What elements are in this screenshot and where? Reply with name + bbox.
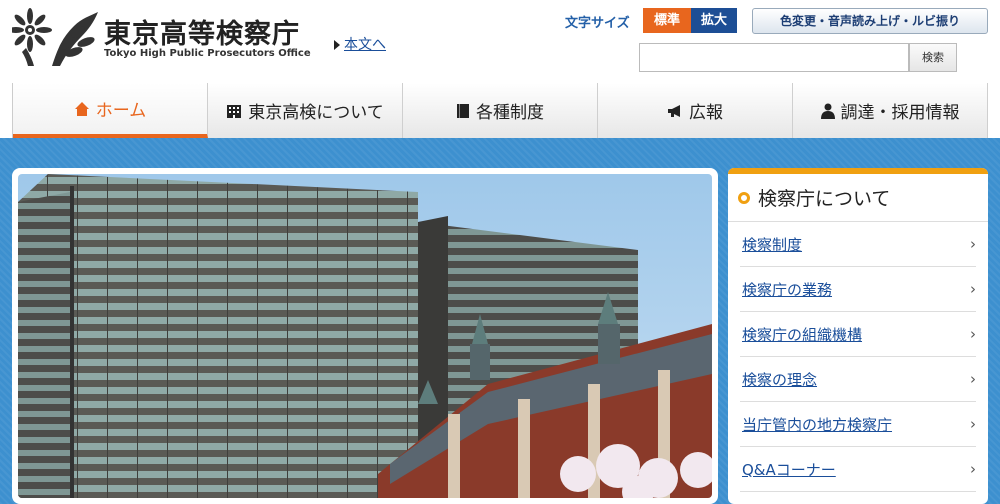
nav-item-label: ホーム [95,101,147,121]
sidebar-title: 検察庁について [758,188,891,210]
chevron-right-icon: › [970,280,976,298]
hero-banner [12,168,718,504]
skip-to-content-link[interactable]: 本文へ [334,34,386,54]
site-logo[interactable]: 東京高等検察庁 Tokyo High Public Prosecutors Of… [12,8,312,68]
sidebar-item-label[interactable]: 検察の理念 [742,369,817,390]
sidebar-list: 検察制度 › 検察庁の業務 › 検察庁の組織機構 › 検察の理念 › 当庁管内の… [728,222,988,492]
sidebar-item-prosecution-system[interactable]: 検察制度 › [740,222,976,267]
font-size-large-button[interactable]: 拡大 [691,8,737,33]
hero-building-image [18,174,712,498]
circle-bullet-icon [738,191,750,204]
main-content: 検察庁について 検察制度 › 検察庁の業務 › 検察庁の組織機構 › 検察の理念… [0,138,1000,504]
nav-item-home[interactable]: ホーム [13,83,208,138]
sidebar-item-duties[interactable]: 検察庁の業務 › [740,267,976,312]
skip-link-label: 本文へ [344,37,386,53]
sidebar-item-label[interactable]: 検察庁の業務 [742,279,832,300]
nav-item-about[interactable]: 東京高検について [208,83,403,138]
home-icon [74,101,90,117]
nav-item-systems[interactable]: 各種制度 [403,83,598,138]
nav-item-label: 東京高検について [248,103,384,123]
person-icon [820,103,835,119]
chevron-right-icon: › [970,370,976,388]
chevron-right-icon: › [970,415,976,433]
sidebar-item-district-offices[interactable]: 当庁管内の地方検察庁 › [740,402,976,447]
sidebar-heading: 検察庁について [728,174,988,222]
logo-subtitle: Tokyo High Public Prosecutors Office [104,48,311,59]
nav-item-label: 各種制度 [476,103,544,123]
search-input[interactable] [639,43,909,72]
sidebar-item-label[interactable]: 当庁管内の地方検察庁 [742,414,892,435]
nav-item-pr[interactable]: 広報 [598,83,793,138]
chevron-right-icon: › [970,235,976,253]
megaphone-icon [667,103,683,119]
nav-item-label: 調達・採用情報 [840,103,960,123]
sidebar-item-organization[interactable]: 検察庁の組織機構 › [740,312,976,357]
building-icon [226,103,242,119]
logo-title: 東京高等検察庁 [104,19,300,50]
emblem-icon [12,8,98,66]
accessibility-button[interactable]: 色変更・音声読み上げ・ルビ振り [752,8,988,34]
site-header: 東京高等検察庁 Tokyo High Public Prosecutors Of… [0,0,1000,82]
about-sidebar: 検察庁について 検察制度 › 検察庁の業務 › 検察庁の組織機構 › 検察の理念… [728,168,988,504]
nav-item-label: 広報 [689,103,723,123]
font-size-standard-button[interactable]: 標準 [643,8,691,33]
chevron-right-icon: › [970,325,976,343]
book-icon [456,103,470,119]
sidebar-item-label[interactable]: 検察制度 [742,234,802,255]
sidebar-item-philosophy[interactable]: 検察の理念 › [740,357,976,402]
search-button[interactable]: 検索 [909,43,957,72]
global-nav: ホーム 東京高検について 各種制度 広報 調達・採用情報 [12,83,988,138]
triangle-right-icon [334,40,340,50]
sidebar-item-label[interactable]: 検察庁の組織機構 [742,324,862,345]
sidebar-item-qa[interactable]: Q&Aコーナー › [740,447,976,492]
sidebar-item-label[interactable]: Q&Aコーナー [742,459,836,480]
chevron-right-icon: › [970,460,976,478]
nav-item-procurement[interactable]: 調達・採用情報 [793,83,988,138]
font-size-label: 文字サイズ [565,16,630,31]
